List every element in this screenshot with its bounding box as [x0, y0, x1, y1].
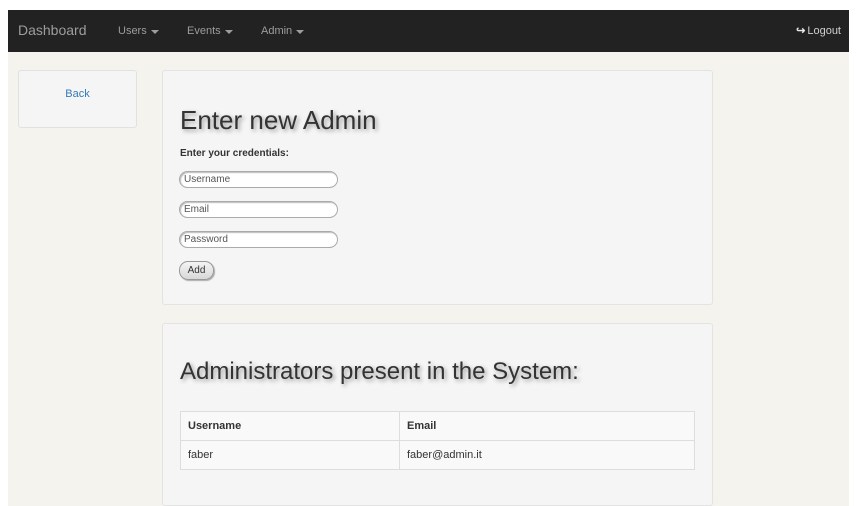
credentials-label: Enter your credentials: [180, 148, 289, 159]
page-title: Enter new Admin [180, 105, 377, 135]
admins-title: Administrators present in the System: [180, 358, 579, 385]
top-navbar: Dashboard Users Events Admin ↪ Logout [8, 10, 849, 52]
sidebar-panel: Back [18, 70, 137, 128]
table-header-row: Username Email [180, 411, 695, 441]
menu-users-label: Users [118, 25, 147, 37]
page: Dashboard Users Events Admin ↪ Logout Ba… [8, 10, 849, 506]
menu-admin-label: Admin [261, 25, 293, 37]
admins-panel: Administrators present in the System: Us… [162, 323, 713, 506]
email-input[interactable] [179, 201, 338, 218]
logout-label: Logout [807, 24, 841, 37]
logout-icon: ↪ [796, 25, 806, 37]
new-admin-panel: Enter new Admin Enter your credentials: … [162, 70, 713, 305]
column-header-username: Username [180, 411, 400, 441]
cell-email: faber@admin.it [399, 440, 695, 470]
logout-button[interactable]: ↪ Logout [796, 24, 841, 38]
add-button[interactable]: Add [179, 261, 214, 280]
back-link[interactable]: Back [19, 88, 136, 100]
brand-link[interactable]: Dashboard [18, 22, 87, 38]
menu-events-label: Events [187, 25, 221, 37]
column-header-email: Email [399, 411, 695, 441]
menu-events[interactable]: Events [187, 25, 233, 37]
chevron-down-icon [150, 29, 159, 34]
menu-users[interactable]: Users [118, 25, 159, 37]
chevron-down-icon [224, 29, 233, 34]
menu-admin[interactable]: Admin [261, 25, 305, 37]
chevron-down-icon [296, 29, 305, 34]
password-input[interactable] [179, 231, 338, 248]
table-row: faber faber@admin.it [180, 440, 695, 470]
cell-username: faber [180, 440, 400, 470]
username-input[interactable] [179, 171, 338, 188]
admins-table: Username Email faber faber@admin.it [180, 411, 695, 470]
